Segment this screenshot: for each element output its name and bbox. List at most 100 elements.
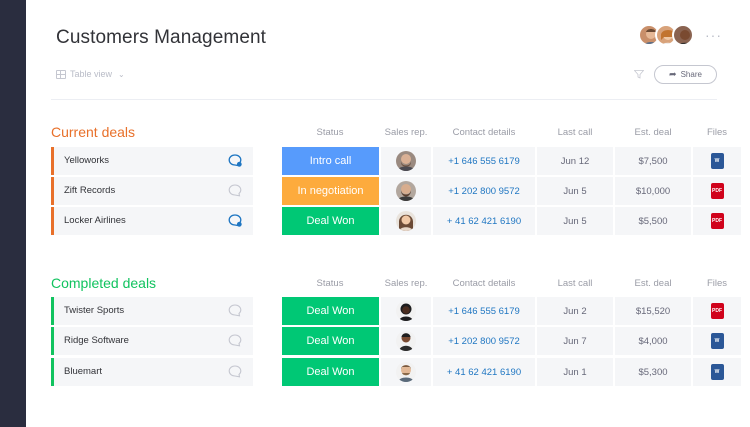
- sales-rep-cell[interactable]: [381, 327, 431, 355]
- est-deal-cell[interactable]: $7,500: [615, 147, 691, 175]
- item-name-cell[interactable]: Locker Airlines: [51, 207, 253, 235]
- table-row[interactable]: Locker Airlines Deal Won + 41 62 421 619…: [51, 207, 741, 235]
- board-title: Customers Management: [56, 27, 267, 48]
- rep-avatar: [396, 151, 416, 171]
- contact-cell[interactable]: +1 202 800 9572: [433, 177, 535, 205]
- column-header-last-call[interactable]: Last call: [537, 127, 613, 138]
- column-header-status[interactable]: Status: [281, 278, 379, 289]
- contact-cell[interactable]: +1 202 800 9572: [433, 327, 535, 355]
- rep-avatar: [396, 211, 416, 231]
- table-icon: [56, 69, 66, 79]
- status-cell[interactable]: Deal Won: [282, 358, 379, 386]
- group-title[interactable]: Completed deals: [51, 275, 156, 291]
- item-name-cell[interactable]: Yelloworks: [51, 147, 253, 175]
- last-call-cell[interactable]: Jun 12: [537, 147, 613, 175]
- files-cell[interactable]: W: [693, 147, 741, 175]
- files-cell[interactable]: PDF: [693, 177, 741, 205]
- est-deal-cell[interactable]: $10,000: [615, 177, 691, 205]
- item-name-cell[interactable]: Bluemart: [51, 358, 253, 386]
- files-cell[interactable]: W: [693, 358, 741, 386]
- last-call-cell[interactable]: Jun 5: [537, 177, 613, 205]
- column-header-est-deal[interactable]: Est. deal: [615, 278, 691, 289]
- last-call-cell[interactable]: Jun 2: [537, 297, 613, 325]
- contact-cell[interactable]: +1 646 555 6179: [433, 147, 535, 175]
- word-file-icon[interactable]: W: [710, 333, 724, 349]
- item-name-cell[interactable]: Zift Records: [51, 177, 253, 205]
- contact-cell[interactable]: +1 646 555 6179: [433, 297, 535, 325]
- sales-rep-cell[interactable]: [381, 147, 431, 175]
- item-name-cell[interactable]: Twister Sports: [51, 297, 253, 325]
- files-cell[interactable]: PDF: [693, 297, 741, 325]
- word-file-icon[interactable]: W: [710, 364, 724, 380]
- item-name: Locker Airlines: [64, 215, 126, 226]
- share-label: Share: [680, 70, 702, 79]
- rep-avatar: [396, 331, 416, 351]
- sales-rep-cell[interactable]: [381, 207, 431, 235]
- column-header-files[interactable]: Files: [693, 278, 741, 289]
- column-header-contact[interactable]: Contact details: [433, 127, 535, 138]
- left-sidebar: [0, 0, 26, 427]
- column-header-status[interactable]: Status: [281, 127, 379, 138]
- rep-avatar: [396, 181, 416, 201]
- item-name: Zift Records: [64, 185, 116, 196]
- chevron-down-icon: ⌄: [118, 69, 125, 79]
- pdf-file-icon[interactable]: PDF: [710, 213, 724, 229]
- est-deal-cell[interactable]: $15,520: [615, 297, 691, 325]
- table-row[interactable]: Yelloworks Intro call +1 646 555 6179 Ju…: [51, 147, 741, 175]
- item-name: Ridge Software: [64, 335, 129, 346]
- board-members[interactable]: [638, 24, 694, 46]
- board: Customers Management ··· Table view ⌄ ➦ …: [26, 0, 750, 427]
- last-call-cell[interactable]: Jun 7: [537, 327, 613, 355]
- updates-icon[interactable]: [228, 214, 242, 227]
- column-header-sales-rep[interactable]: Sales rep.: [381, 127, 431, 138]
- group-title[interactable]: Current deals: [51, 124, 135, 140]
- sales-rep-cell[interactable]: [381, 177, 431, 205]
- status-cell[interactable]: In negotiation: [282, 177, 379, 205]
- view-switcher[interactable]: Table view ⌄: [56, 69, 125, 79]
- member-avatar[interactable]: [672, 24, 694, 46]
- view-label: Table view: [70, 69, 113, 79]
- table-row[interactable]: Zift Records In negotiation +1 202 800 9…: [51, 177, 741, 205]
- contact-cell[interactable]: + 41 62 421 6190: [433, 207, 535, 235]
- sales-rep-cell[interactable]: [381, 297, 431, 325]
- last-call-cell[interactable]: Jun 5: [537, 207, 613, 235]
- contact-cell[interactable]: + 41 62 421 6190: [433, 358, 535, 386]
- last-call-cell[interactable]: Jun 1: [537, 358, 613, 386]
- est-deal-cell[interactable]: $4,000: [615, 327, 691, 355]
- more-menu-icon[interactable]: ···: [705, 27, 722, 43]
- updates-icon[interactable]: [228, 334, 242, 347]
- status-cell[interactable]: Deal Won: [282, 297, 379, 325]
- word-file-icon[interactable]: W: [710, 153, 724, 169]
- table-row[interactable]: Ridge Software Deal Won +1 202 800 9572 …: [51, 327, 741, 355]
- pdf-file-icon[interactable]: PDF: [710, 303, 724, 319]
- rep-avatar: [396, 301, 416, 321]
- status-cell[interactable]: Intro call: [282, 147, 379, 175]
- item-name: Twister Sports: [64, 305, 125, 316]
- column-header-files[interactable]: Files: [693, 127, 741, 138]
- updates-icon[interactable]: [228, 365, 242, 378]
- updates-icon[interactable]: [228, 154, 242, 167]
- est-deal-cell[interactable]: $5,300: [615, 358, 691, 386]
- filter-icon[interactable]: [634, 70, 644, 79]
- est-deal-cell[interactable]: $5,500: [615, 207, 691, 235]
- share-button[interactable]: ➦ Share: [654, 65, 717, 84]
- column-header-sales-rep[interactable]: Sales rep.: [381, 278, 431, 289]
- header-divider: [51, 99, 717, 100]
- column-header-last-call[interactable]: Last call: [537, 278, 613, 289]
- item-name-cell[interactable]: Ridge Software: [51, 327, 253, 355]
- files-cell[interactable]: W: [693, 327, 741, 355]
- sales-rep-cell[interactable]: [381, 358, 431, 386]
- column-header-est-deal[interactable]: Est. deal: [615, 127, 691, 138]
- files-cell[interactable]: PDF: [693, 207, 741, 235]
- updates-icon[interactable]: [228, 304, 242, 317]
- share-icon: ➦: [669, 69, 677, 79]
- updates-icon[interactable]: [228, 184, 242, 197]
- table-row[interactable]: Twister Sports Deal Won +1 646 555 6179 …: [51, 297, 741, 325]
- status-cell[interactable]: Deal Won: [282, 327, 379, 355]
- table-row[interactable]: Bluemart Deal Won + 41 62 421 6190 Jun 1…: [51, 358, 741, 386]
- pdf-file-icon[interactable]: PDF: [710, 183, 724, 199]
- rep-avatar: [396, 362, 416, 382]
- column-header-contact[interactable]: Contact details: [433, 278, 535, 289]
- status-cell[interactable]: Deal Won: [282, 207, 379, 235]
- item-name: Yelloworks: [64, 155, 110, 166]
